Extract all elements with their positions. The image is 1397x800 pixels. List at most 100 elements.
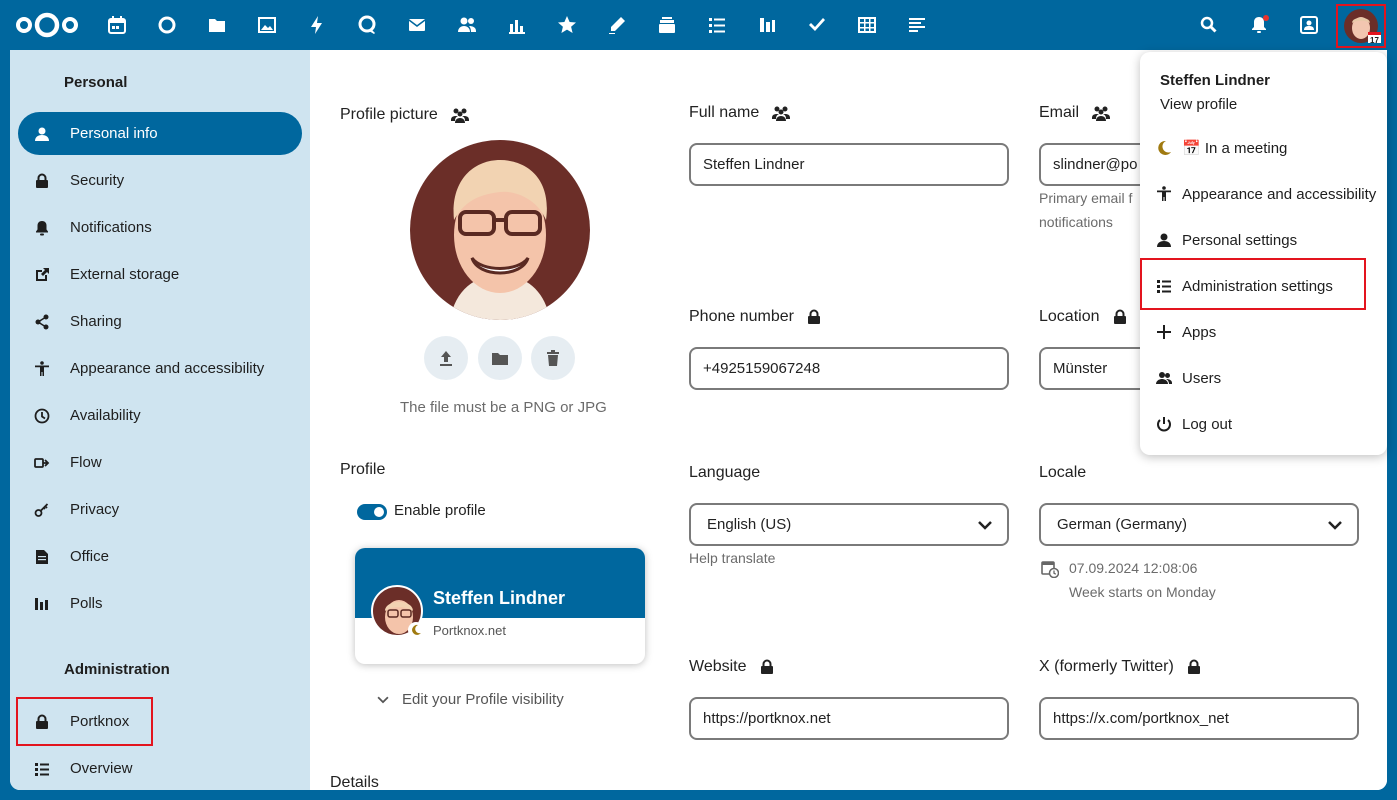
- locale-time: 07.09.2024 12:08:06: [1069, 560, 1198, 576]
- accessibility-icon: [1156, 186, 1182, 202]
- list-icon: [34, 759, 62, 779]
- visibility-scope-icon[interactable]: [450, 106, 470, 124]
- flow-icon: [34, 453, 62, 473]
- sidebar-item-label: Appearance and accessibility: [70, 360, 265, 377]
- website-label: Website: [689, 658, 775, 676]
- mail-icon[interactable]: [405, 13, 429, 37]
- calendar-icon[interactable]: [105, 13, 129, 37]
- menu-item-status[interactable]: 📅 In a meeting: [1140, 126, 1387, 170]
- notes-icon[interactable]: [605, 13, 629, 37]
- profile-card-name: Steffen Lindner: [433, 588, 566, 608]
- chevron-down-icon: [377, 696, 389, 703]
- user-avatar-button[interactable]: 17: [1336, 4, 1386, 48]
- clock-icon: [34, 406, 62, 426]
- calendar-clock-icon: [1041, 561, 1059, 578]
- lock-icon[interactable]: [1186, 659, 1202, 675]
- edit-visibility-toggle[interactable]: Edit your Profile visibility: [376, 691, 564, 708]
- label-text: Phone number: [689, 308, 794, 325]
- language-label: Language: [689, 464, 760, 482]
- sidebar-item-overview[interactable]: Overview: [18, 747, 302, 790]
- visibility-scope-icon[interactable]: [1091, 104, 1111, 122]
- menu-item-apps[interactable]: Apps: [1140, 310, 1387, 354]
- lock-icon[interactable]: [759, 659, 775, 675]
- language-select[interactable]: English (US): [689, 503, 1009, 546]
- sidebar-item-availability[interactable]: Availability: [18, 394, 302, 437]
- remove-picture-button[interactable]: [531, 336, 575, 380]
- locale-label: Locale: [1039, 464, 1086, 482]
- help-translate-link[interactable]: Help translate: [689, 546, 775, 570]
- favorites-icon[interactable]: [555, 13, 579, 37]
- sidebar-heading-personal: Personal: [64, 74, 128, 91]
- share-icon: [34, 312, 62, 332]
- menu-item-users[interactable]: Users: [1140, 356, 1387, 400]
- search-icon[interactable]: [1197, 13, 1221, 37]
- sidebar-item-label: Sharing: [70, 313, 122, 330]
- menu-item-label: Users: [1182, 369, 1222, 387]
- sidebar-item-label: External storage: [70, 266, 180, 283]
- sidebar-item-polls[interactable]: Polls: [18, 582, 302, 625]
- menu-item-log-out[interactable]: Log out: [1140, 402, 1387, 446]
- enable-profile-toggle[interactable]: [357, 504, 387, 520]
- view-profile-link[interactable]: View profile: [1160, 96, 1237, 113]
- files-icon[interactable]: [205, 13, 229, 37]
- polls-icon[interactable]: [755, 13, 779, 37]
- website-input[interactable]: https://portknox.net: [689, 697, 1009, 740]
- trash-icon: [547, 350, 559, 366]
- upload-picture-button[interactable]: [424, 336, 468, 380]
- checkmark-icon[interactable]: [805, 13, 829, 37]
- twitter-input[interactable]: https://x.com/portknox_net: [1039, 697, 1359, 740]
- menu-item-appearance[interactable]: Appearance and accessibility: [1140, 172, 1387, 216]
- menu-item-personal-settings[interactable]: Personal settings: [1140, 218, 1387, 262]
- contacts-icon[interactable]: [455, 13, 479, 37]
- tasks-icon[interactable]: [705, 13, 729, 37]
- details-section-label: Details: [330, 774, 379, 790]
- sidebar-item-office[interactable]: Office: [18, 535, 302, 578]
- lock-icon[interactable]: [1112, 309, 1128, 325]
- moon-status-icon: [408, 622, 424, 638]
- label-text: Enable profile: [394, 502, 486, 519]
- contacts-menu-icon[interactable]: [1297, 13, 1321, 37]
- moon-icon: [1156, 140, 1182, 156]
- talk-icon[interactable]: [355, 13, 379, 37]
- locale-week-start: Week starts on Monday: [1069, 584, 1216, 600]
- user-icon: [34, 124, 62, 144]
- external-link-icon: [34, 265, 62, 285]
- sidebar-item-sharing[interactable]: Sharing: [18, 300, 302, 343]
- sidebar-item-notifications[interactable]: Notifications: [18, 206, 302, 249]
- full-name-input[interactable]: Steffen Lindner: [689, 143, 1009, 186]
- nextcloud-logo-icon[interactable]: [14, 11, 80, 39]
- accessibility-icon: [34, 359, 62, 379]
- lock-icon[interactable]: [806, 309, 822, 325]
- sidebar-item-label: Office: [70, 548, 109, 565]
- text-icon[interactable]: [905, 13, 929, 37]
- photos-icon[interactable]: [255, 13, 279, 37]
- label-text: Profile picture: [340, 106, 438, 123]
- tables-icon[interactable]: [855, 13, 879, 37]
- locale-select[interactable]: German (Germany): [1039, 503, 1359, 546]
- menu-item-label: 📅 In a meeting: [1182, 140, 1288, 157]
- choose-from-files-button[interactable]: [478, 336, 522, 380]
- sidebar-item-flow[interactable]: Flow: [18, 441, 302, 484]
- sidebar-item-external-storage[interactable]: External storage: [18, 253, 302, 296]
- visibility-scope-icon[interactable]: [771, 104, 791, 122]
- sidebar-item-personal-info[interactable]: Personal info: [18, 112, 302, 155]
- label-text: Details: [330, 774, 379, 790]
- chevron-down-icon: [978, 520, 992, 530]
- sidebar-item-appearance[interactable]: Appearance and accessibility: [18, 347, 302, 390]
- sidebar-item-security[interactable]: Security: [18, 159, 302, 202]
- location-label: Location: [1039, 308, 1128, 326]
- profile-section-label: Profile: [340, 461, 385, 479]
- email-hint-line: notifications: [1039, 214, 1113, 230]
- sidebar-item-label: Privacy: [70, 501, 120, 518]
- analytics-icon[interactable]: [505, 13, 529, 37]
- activity-icon[interactable]: [305, 13, 329, 37]
- circle-icon[interactable]: [155, 13, 179, 37]
- notifications-bell-icon[interactable]: [1247, 13, 1271, 37]
- sidebar-item-privacy[interactable]: Privacy: [18, 488, 302, 531]
- sidebar-item-label: Availability: [70, 407, 141, 424]
- deck-icon[interactable]: [655, 13, 679, 37]
- sidebar-heading-administration: Administration: [64, 661, 170, 678]
- profile-card-preview[interactable]: Steffen Lindner Portknox.net: [355, 548, 645, 664]
- phone-input[interactable]: +4925159067248: [689, 347, 1009, 390]
- users-icon: [1156, 370, 1182, 386]
